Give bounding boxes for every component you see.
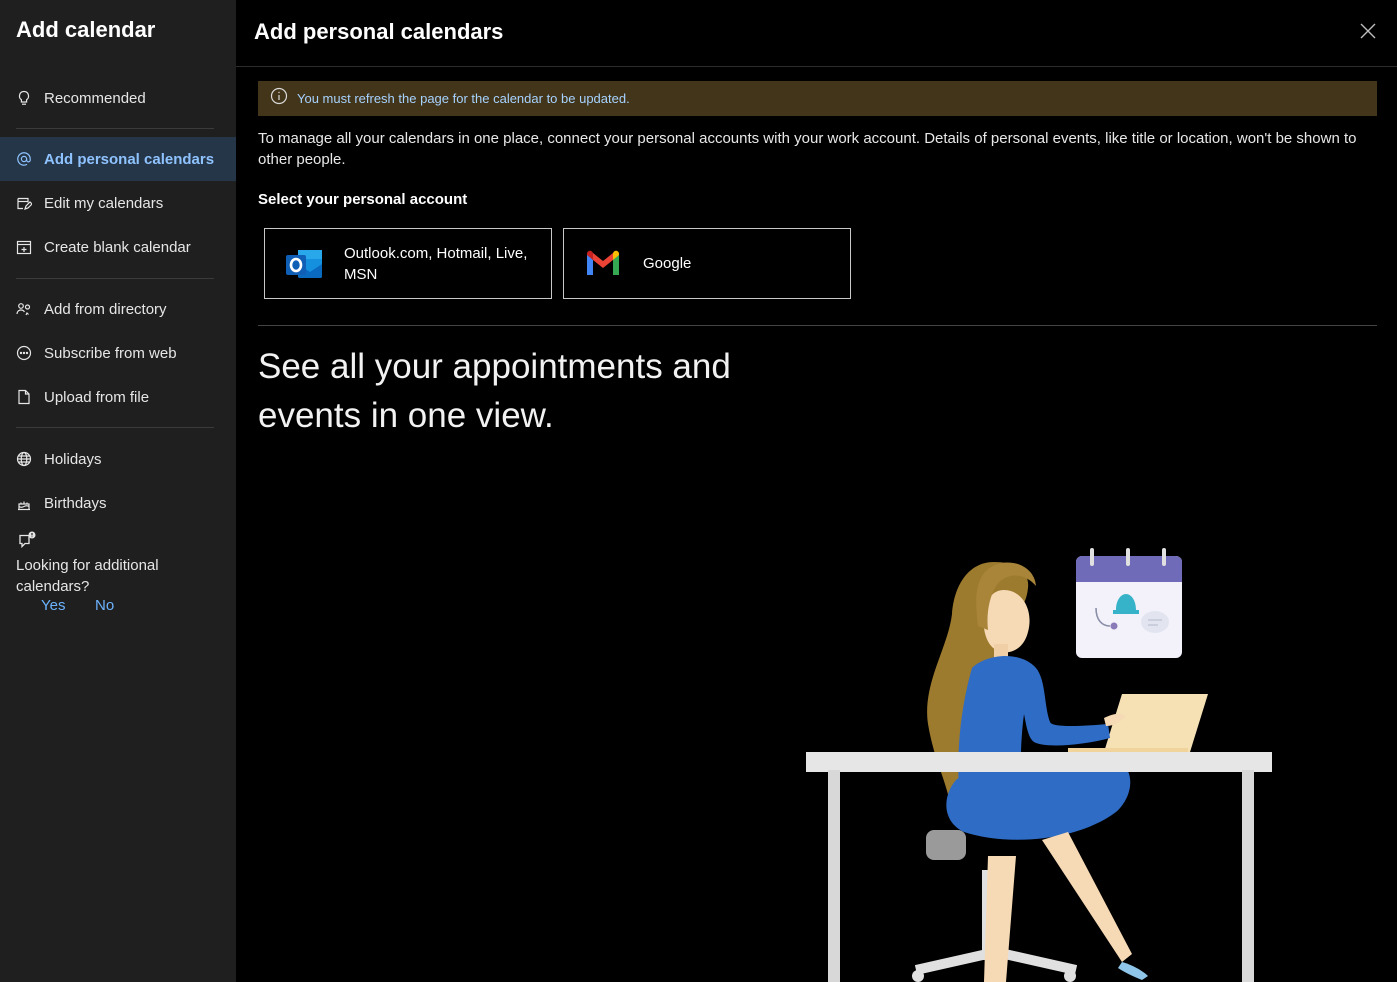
feedback-question: Looking for additional calendars? <box>16 557 159 595</box>
sidebar-divider <box>16 128 214 129</box>
page-title: Add personal calendars <box>254 19 504 44</box>
feedback-yes-link[interactable]: Yes <box>41 597 65 614</box>
at-sign-icon <box>16 151 32 167</box>
main-panel: Add personal calendars You must refresh … <box>236 0 1397 982</box>
sidebar-item-add-from-directory[interactable]: Add from directory <box>0 287 236 331</box>
google-account-button[interactable]: Google <box>563 228 851 299</box>
info-icon <box>270 87 288 110</box>
outlook-account-button[interactable]: Outlook.com, Hotmail, Live, MSN <box>264 228 552 299</box>
hero-text: See all your appointments and events in … <box>258 347 731 435</box>
sidebar-item-upload-from-file[interactable]: Upload from file <box>0 375 236 419</box>
refresh-banner: You must refresh the page for the calend… <box>258 81 1377 116</box>
sidebar-item-edit-my-calendars[interactable]: Edit my calendars <box>0 181 236 225</box>
header-divider <box>236 66 1397 67</box>
sidebar-item-label: Birthdays <box>44 494 107 512</box>
sidebar-item-label: Add from directory <box>44 300 167 318</box>
outlook-account-label: Outlook.com, Hotmail, Live, MSN <box>344 244 528 283</box>
sidebar-item-subscribe-from-web[interactable]: Subscribe from web <box>0 331 236 375</box>
sidebar-divider <box>16 427 214 428</box>
sidebar-item-label: Add personal calendars <box>44 150 215 168</box>
feedback-no-link[interactable]: No <box>95 597 114 614</box>
calendar-illustration-icon <box>1076 548 1182 658</box>
sidebar-item-birthdays[interactable]: Birthdays <box>0 481 236 525</box>
close-icon[interactable] <box>1359 22 1377 40</box>
sidebar-item-label: Holidays <box>44 450 102 468</box>
select-account-label: Select your personal account <box>258 191 468 208</box>
sidebar-item-holidays[interactable]: Holidays <box>0 437 236 481</box>
sidebar-item-label: Recommended <box>44 89 146 107</box>
globe-icon <box>16 451 32 467</box>
section-divider <box>258 325 1377 326</box>
banner-text: You must refresh the page for the calend… <box>297 91 630 106</box>
cake-icon <box>16 495 32 511</box>
sidebar-item-add-personal-calendars[interactable]: Add personal calendars <box>0 137 236 181</box>
sidebar-title: Add calendar <box>16 17 156 42</box>
sidebar-item-create-blank-calendar[interactable]: Create blank calendar <box>0 225 236 269</box>
document-icon <box>16 389 32 405</box>
sidebar-item-recommended[interactable]: Recommended <box>0 76 236 120</box>
add-calendar-icon <box>16 239 32 255</box>
sidebar-item-label: Create blank calendar <box>44 238 191 256</box>
google-account-label: Google <box>643 255 692 272</box>
edit-calendar-icon <box>16 195 32 211</box>
globe-link-icon <box>16 345 32 361</box>
sidebar-item-label: Edit my calendars <box>44 194 164 212</box>
gmail-logo-icon <box>583 244 623 284</box>
lightbulb-icon <box>16 90 32 106</box>
feedback-icon <box>18 531 38 556</box>
people-search-icon <box>16 301 32 317</box>
sidebar-divider <box>16 278 214 279</box>
laptop-illustration-icon <box>1068 694 1208 754</box>
sidebar: Add calendar Recommended Add personal ca… <box>0 0 236 982</box>
sidebar-item-label: Upload from file <box>44 388 150 406</box>
sidebar-item-label: Subscribe from web <box>44 344 177 362</box>
woman-at-desk-illustration <box>806 548 1272 982</box>
outlook-logo-icon <box>284 244 324 284</box>
description-text: To manage all your calendars in one plac… <box>258 130 1357 168</box>
